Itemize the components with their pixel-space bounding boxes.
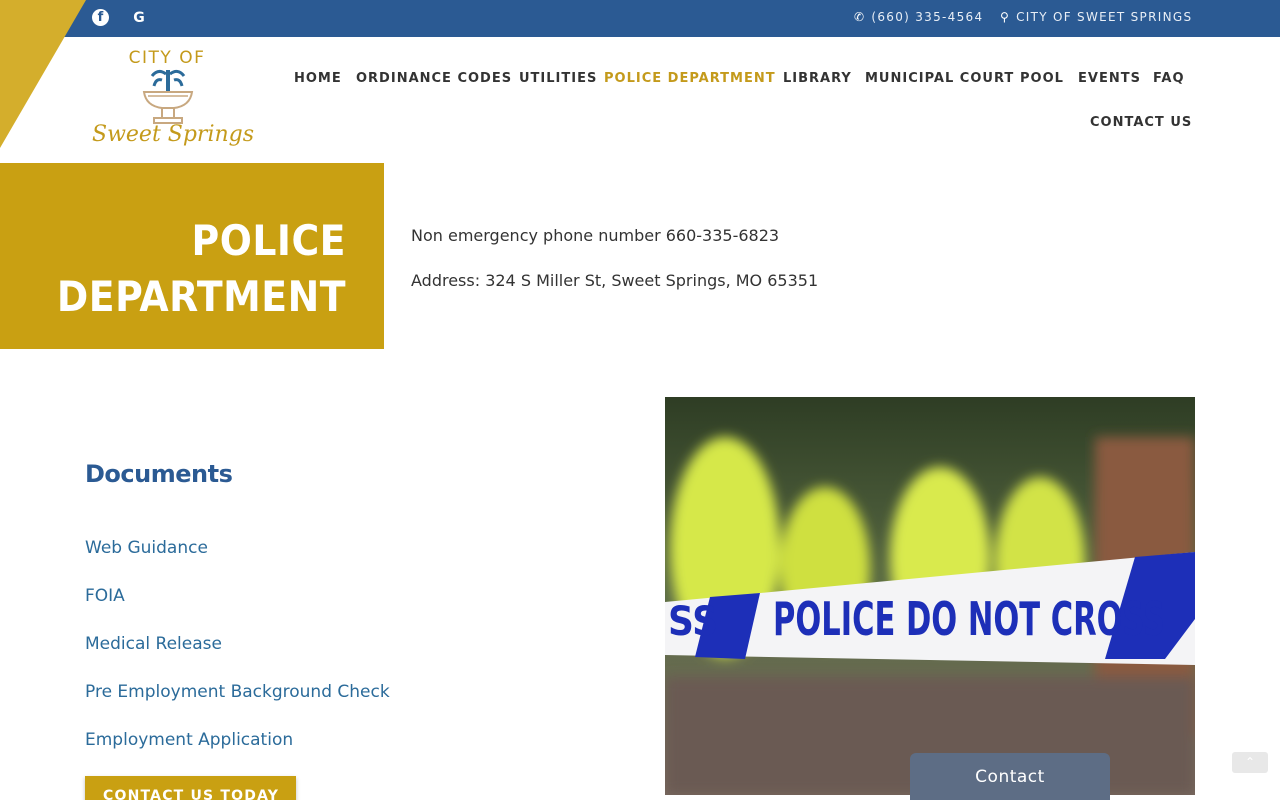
- contact-us-today-button[interactable]: CONTACT US TODAY: [85, 776, 296, 800]
- corner-accent: [0, 0, 86, 148]
- google-icon[interactable]: G: [130, 9, 148, 27]
- doc-link-employment-application[interactable]: Employment Application: [85, 730, 293, 750]
- top-phone-text: (660) 335-4564: [871, 10, 984, 24]
- non-emergency-phone: Non emergency phone number 660-335-6823: [411, 226, 780, 245]
- nav-police-department[interactable]: POLICE DEPARTMENT: [604, 71, 776, 86]
- photo-illustration: SS POLICE DO NOT CROSS: [665, 397, 1195, 795]
- police-tape-photo: SS POLICE DO NOT CROSS: [665, 397, 1195, 795]
- top-city-text: CITY OF SWEET SPRINGS: [1016, 10, 1193, 24]
- nav-events[interactable]: EVENTS: [1078, 71, 1141, 86]
- scroll-top-button[interactable]: ⌃: [1232, 752, 1268, 773]
- chevron-up-icon: ⌃: [1244, 755, 1256, 769]
- phone-icon: ✆: [854, 10, 866, 24]
- nav-utilities[interactable]: UTILITIES: [519, 71, 597, 86]
- nav-contact-us[interactable]: CONTACT US: [1090, 115, 1192, 130]
- logo-top-text: CITY OF: [128, 48, 206, 68]
- nav-home[interactable]: HOME: [294, 71, 342, 86]
- contact-widget-button[interactable]: Contact: [910, 753, 1110, 800]
- facebook-icon[interactable]: f: [92, 9, 109, 26]
- department-address: Address: 324 S Miller St, Sweet Springs,…: [411, 271, 819, 290]
- page-title: POLICE DEPARTMENT: [56, 216, 346, 321]
- logo-bottom-text: Sweet Springs: [92, 122, 255, 147]
- nav-pool[interactable]: POOL: [1020, 71, 1064, 86]
- top-city-link[interactable]: ⚲ CITY OF SWEET SPRINGS: [1000, 10, 1192, 24]
- tape-text: POLICE DO NOT CROSS: [773, 592, 1165, 646]
- top-phone-link[interactable]: ✆ (660) 335-4564: [854, 10, 983, 24]
- page-title-block: POLICE DEPARTMENT: [0, 163, 384, 349]
- nav-faq[interactable]: FAQ: [1153, 71, 1185, 86]
- site-logo[interactable]: CITY OF Sweet Springs: [92, 48, 255, 156]
- nav-municipal-court[interactable]: MUNICIPAL COURT: [865, 71, 1014, 86]
- fountain-icon: [142, 69, 194, 124]
- nav-ordinance-codes[interactable]: ORDINANCE CODES: [356, 71, 512, 86]
- doc-link-web-guidance[interactable]: Web Guidance: [85, 538, 208, 558]
- nav-library[interactable]: LIBRARY: [783, 71, 852, 86]
- tape-prefix-text: SS: [668, 599, 718, 645]
- doc-link-background-check[interactable]: Pre Employment Background Check: [85, 682, 390, 702]
- doc-link-medical-release[interactable]: Medical Release: [85, 634, 222, 654]
- doc-link-foia[interactable]: FOIA: [85, 586, 125, 606]
- documents-heading: Documents: [85, 460, 233, 488]
- map-pin-icon: ⚲: [1000, 10, 1011, 24]
